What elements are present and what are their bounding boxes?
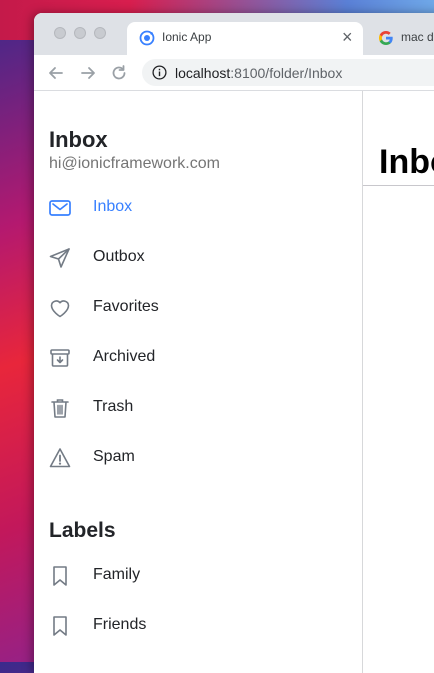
label-item-label: Friends (93, 616, 147, 633)
menu-item-label: Spam (93, 448, 135, 465)
menu-item-inbox[interactable]: Inbox (34, 183, 362, 233)
menu-item-archived[interactable]: Archived (34, 333, 362, 383)
paper-plane-icon (48, 246, 72, 270)
zoom-window-button[interactable] (94, 27, 106, 39)
url-text: localhost:8100/folder/Inbox (175, 65, 342, 81)
tab-strip: Ionic App × mac d (34, 13, 434, 55)
browser-toolbar: localhost:8100/folder/Inbox (34, 55, 434, 91)
header-divider (363, 185, 434, 186)
menu-item-spam[interactable]: Spam (34, 433, 362, 483)
trash-icon (48, 396, 72, 420)
menu-item-label: Trash (93, 398, 134, 415)
bookmark-icon (48, 614, 72, 638)
google-g-icon (378, 30, 394, 51)
page-title: Inbox (379, 143, 434, 181)
label-item-family[interactable]: Family (34, 551, 362, 601)
heart-icon (48, 296, 72, 320)
menu-item-trash[interactable]: Trash (34, 383, 362, 433)
menu-subtitle-email: hi@ionicframework.com (49, 155, 220, 172)
tab-close-button[interactable]: × (342, 26, 353, 48)
menu-item-outbox[interactable]: Outbox (34, 233, 362, 283)
reload-icon[interactable] (109, 63, 129, 83)
label-item-label: Family (93, 566, 141, 583)
mail-icon (48, 196, 72, 220)
menu-item-favorites[interactable]: Favorites (34, 283, 362, 333)
site-info-icon[interactable] (152, 65, 167, 85)
browser-window: Ionic App × mac d localhost:8100/folder/… (34, 13, 434, 673)
main-pane: Inbox (363, 91, 434, 673)
tab-google-search[interactable]: mac d (376, 22, 434, 55)
close-window-button[interactable] (54, 27, 66, 39)
archive-icon (48, 346, 72, 370)
menu-item-label: Favorites (93, 298, 159, 315)
tab-title: mac d (401, 30, 434, 44)
menu-title: Inbox (49, 127, 108, 152)
label-item-friends[interactable]: Friends (34, 601, 362, 651)
address-bar[interactable]: localhost:8100/folder/Inbox (142, 59, 434, 86)
bookmark-icon (48, 564, 72, 588)
forward-arrow-icon[interactable] (78, 63, 98, 83)
labels-heading: Labels (49, 519, 116, 542)
side-menu: Inbox hi@ionicframework.com Inbox Outbox… (34, 91, 363, 673)
tab-title: Ionic App (162, 30, 212, 44)
warning-icon (48, 446, 72, 470)
minimize-window-button[interactable] (74, 27, 86, 39)
ionic-logo-icon (139, 30, 155, 51)
tab-ionic-app[interactable]: Ionic App × (127, 22, 363, 55)
app-content: Inbox hi@ionicframework.com Inbox Outbox… (34, 91, 434, 673)
menu-item-label: Archived (93, 348, 156, 365)
url-host: localhost (175, 65, 231, 81)
back-arrow-icon[interactable] (46, 63, 66, 83)
menu-item-label: Inbox (93, 198, 133, 215)
url-path: :8100/folder/Inbox (230, 65, 343, 81)
menu-item-label: Outbox (93, 248, 145, 265)
